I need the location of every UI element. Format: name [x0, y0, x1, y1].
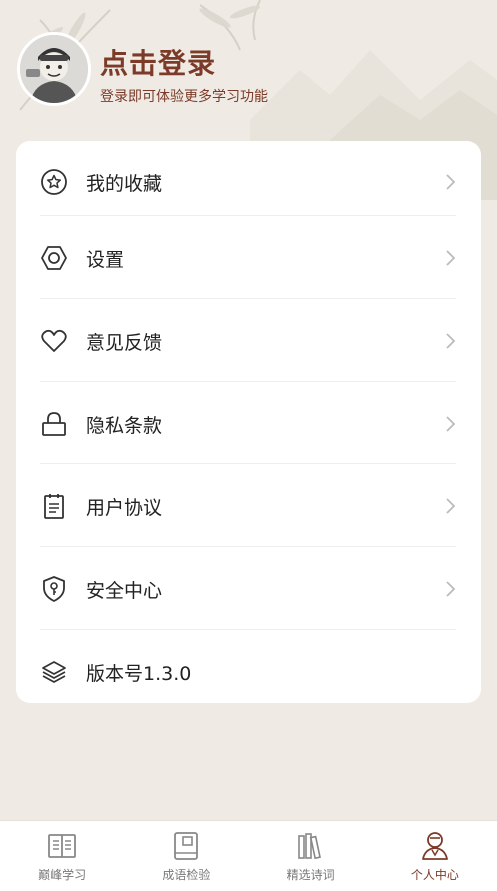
menu-card: 我的收藏 设置 意见反馈 隐私条款 用户协议 安全中心 版本号1.3.0 [16, 141, 481, 703]
tab-label: 成语检验 [162, 868, 211, 882]
chevron-right-icon [446, 416, 456, 432]
version-label: 版本号1.3.0 [86, 662, 192, 685]
avatar[interactable] [17, 32, 91, 106]
chevron-right-icon [446, 250, 456, 266]
menu-item-label: 设置 [86, 248, 125, 271]
layers-icon [40, 658, 68, 686]
open-book-icon [48, 834, 77, 858]
divider [40, 215, 456, 216]
menu-item-feedback[interactable]: 意见反馈 [16, 300, 481, 382]
tab-idiom-test[interactable]: 成语检验 [124, 821, 248, 891]
login-subtitle: 登录即可体验更多学习功能 [100, 89, 268, 105]
menu-item-label: 安全中心 [86, 579, 163, 602]
shield-key-icon [40, 575, 68, 603]
chevron-right-icon [446, 498, 456, 514]
menu-item-label: 隐私条款 [86, 414, 163, 437]
menu-item-user-agreement[interactable]: 用户协议 [16, 465, 481, 547]
tab-label: 精选诗词 [286, 868, 335, 882]
tab-peak-study[interactable]: 巅峰学习 [0, 821, 124, 891]
tab-label: 巅峰学习 [38, 868, 87, 882]
divider [40, 463, 456, 464]
menu-item-label: 用户协议 [86, 496, 163, 519]
notebook-icon [174, 832, 199, 860]
menu-item-security[interactable]: 安全中心 [16, 548, 481, 630]
tab-selected-poems[interactable]: 精选诗词 [249, 821, 373, 891]
hexagon-settings-icon [40, 244, 68, 272]
menu-item-privacy[interactable]: 隐私条款 [16, 383, 481, 465]
chevron-right-icon [446, 333, 456, 349]
chevron-right-icon [446, 174, 456, 190]
menu-item-favorites[interactable]: 我的收藏 [16, 141, 481, 223]
login-title[interactable]: 点击登录 [100, 42, 216, 82]
bottom-tab-bar: 巅峰学习 成语检验 精选诗词 个人中心 [0, 820, 497, 891]
menu-item-label: 我的收藏 [86, 172, 163, 195]
divider [40, 381, 456, 382]
star-circle-icon [40, 168, 68, 196]
heart-icon [40, 327, 68, 355]
menu-item-label: 意见反馈 [86, 331, 163, 354]
avatar-cartoon-icon [20, 35, 88, 103]
profile-header[interactable]: 点击登录 登录即可体验更多学习功能 [0, 0, 497, 135]
lock-icon [40, 410, 68, 438]
chevron-right-icon [446, 581, 456, 597]
person-icon [421, 832, 448, 860]
menu-item-version: 版本号1.3.0 [16, 631, 481, 713]
divider [40, 629, 456, 630]
divider [40, 298, 456, 299]
menu-item-settings[interactable]: 设置 [16, 217, 481, 299]
tab-personal-center[interactable]: 个人中心 [373, 821, 497, 891]
bookshelf-icon [297, 833, 321, 860]
divider [40, 546, 456, 547]
tab-label: 个人中心 [410, 868, 459, 882]
clipboard-icon [40, 492, 68, 520]
